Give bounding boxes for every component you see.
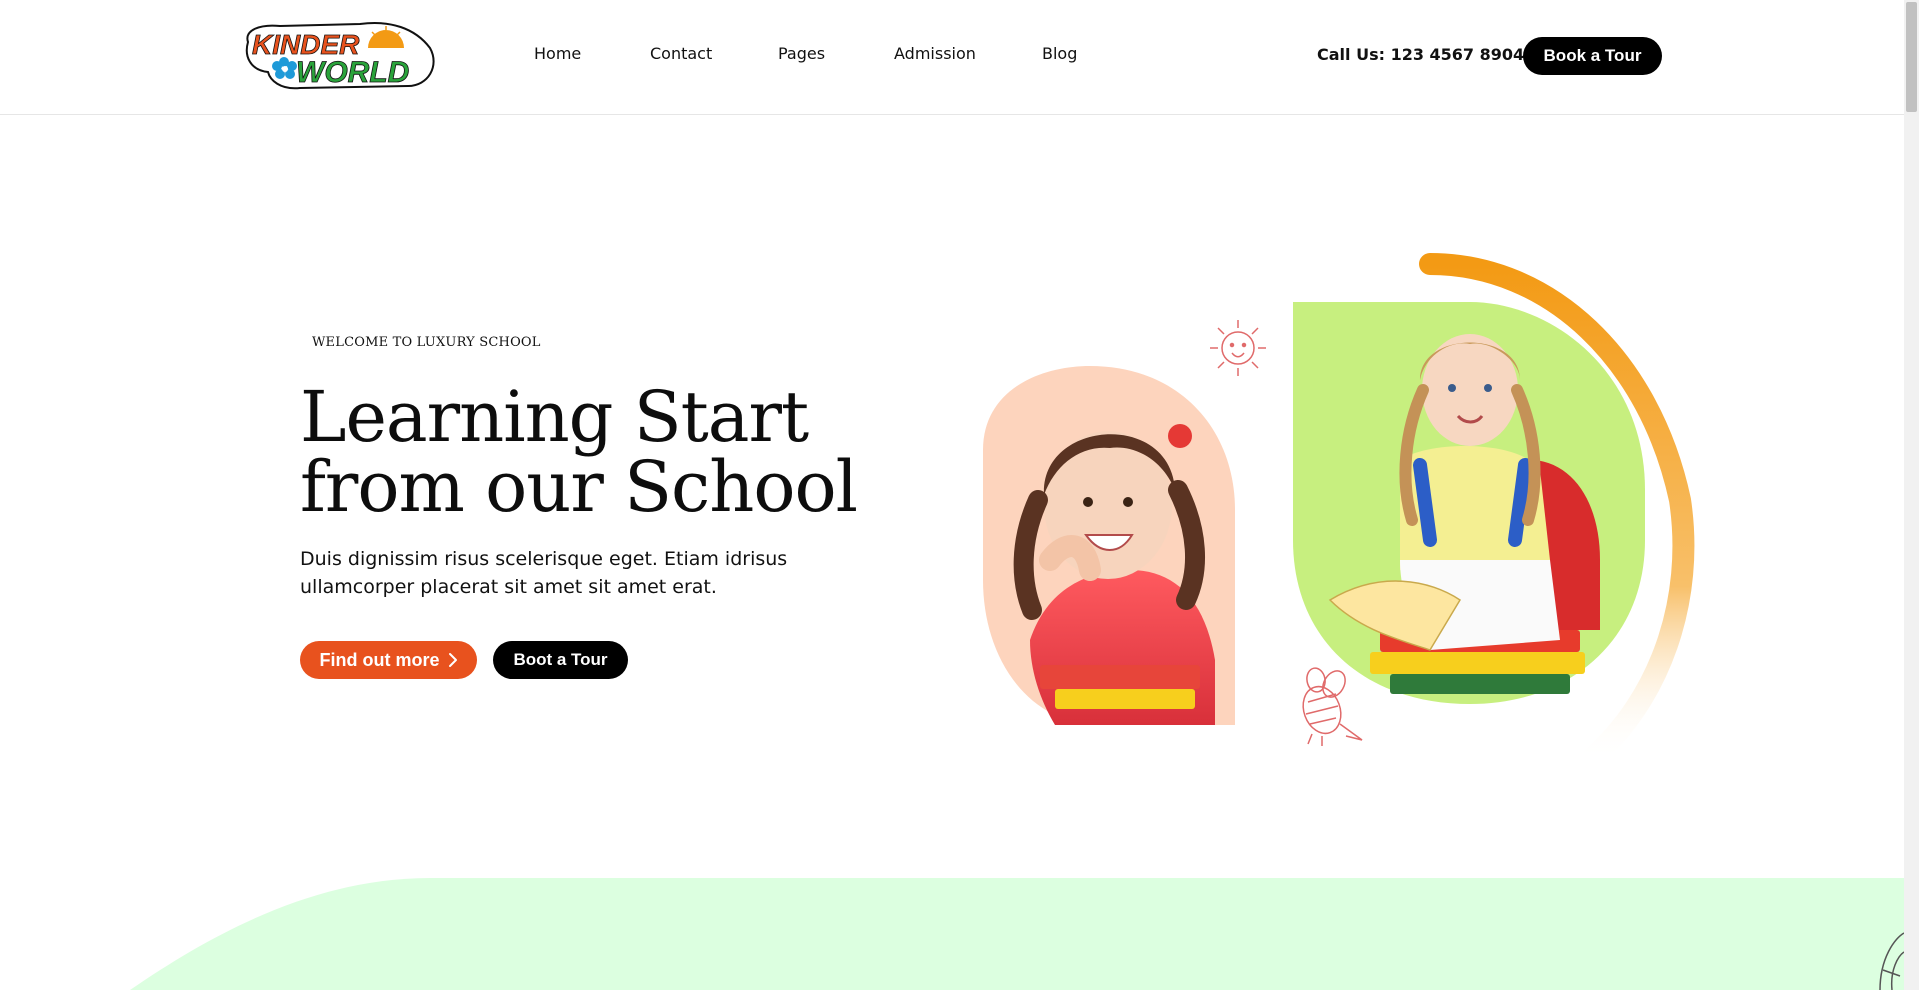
scrollbar-thumb[interactable]	[1906, 2, 1917, 112]
right-photo	[1293, 302, 1645, 704]
book-tour-button[interactable]: Book a Tour	[1523, 37, 1662, 75]
hero-lead: Duis dignissim risus scelerisque eget. E…	[300, 548, 788, 598]
chevron-right-icon	[448, 653, 457, 667]
hero-eyebrow: WELCOME TO LUXURY SCHOOL	[312, 335, 541, 350]
nav-blog[interactable]: Blog	[1042, 44, 1077, 63]
nav-home[interactable]: Home	[534, 44, 581, 63]
nav-contact[interactable]: Contact	[650, 44, 712, 63]
find-out-more-button[interactable]: Find out more	[300, 641, 477, 679]
kinder-world-logo[interactable]: KINDER WORLD	[240, 20, 436, 90]
nav-admission[interactable]: Admission	[894, 44, 976, 63]
hero-title: Learning Start from our School	[300, 382, 920, 522]
hero-title-line1: Learning Start	[300, 376, 809, 458]
sun-doodle-icon	[1210, 320, 1266, 376]
hero-images	[983, 253, 1695, 760]
nav-pages[interactable]: Pages	[778, 44, 825, 63]
bee-doodle-icon	[1302, 667, 1363, 746]
svg-text:WORLD: WORLD	[296, 56, 409, 89]
vertical-scrollbar[interactable]	[1904, 0, 1919, 990]
site-header: KINDER WORLD Home Contact Pages Admissio…	[0, 0, 1904, 115]
boot-tour-button[interactable]: Boot a Tour	[493, 641, 628, 679]
find-out-more-label: Find out more	[319, 649, 440, 670]
phone-number[interactable]: Call Us: 123 4567 8904	[1317, 45, 1524, 64]
left-photo	[983, 366, 1235, 725]
bottom-green-band	[130, 878, 1904, 990]
hero-title-line2: from our School	[300, 446, 858, 528]
